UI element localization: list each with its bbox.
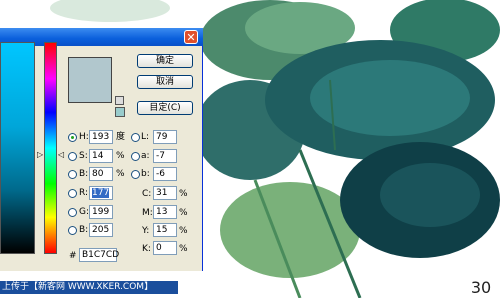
cyan-label: C: <box>142 189 152 199</box>
green-input[interactable]: 199 <box>89 205 113 219</box>
yellow-unit: % <box>179 226 188 236</box>
brightness-radio[interactable] <box>68 170 77 179</box>
hue-label: H: <box>79 132 89 142</box>
color-field[interactable] <box>0 42 35 254</box>
saturation-label: S: <box>79 151 88 161</box>
slider-left-arrow-icon[interactable]: ▷ <box>37 151 43 159</box>
ok-button[interactable]: 确定 <box>137 54 193 68</box>
yellow-label: Y: <box>142 226 150 236</box>
page-number: 30 <box>463 279 499 297</box>
brightness-unit: % <box>116 169 125 179</box>
lab-l-input[interactable]: 79 <box>153 130 177 144</box>
black-input[interactable]: 0 <box>153 241 177 255</box>
close-button[interactable]: ✕ <box>184 30 198 44</box>
lab-b-label: b: <box>141 169 150 179</box>
slider-right-arrow-icon[interactable]: ◁ <box>58 151 64 159</box>
brightness-label: B: <box>79 169 89 179</box>
current-color-swatch <box>68 57 112 103</box>
black-unit: % <box>179 244 188 254</box>
brightness-input[interactable]: 80 <box>89 167 113 181</box>
web-safe-swatch[interactable] <box>115 107 125 117</box>
lab-a-label: a: <box>141 151 150 161</box>
magenta-unit: % <box>179 208 188 218</box>
red-label: R: <box>79 188 89 198</box>
blue-radio[interactable] <box>68 226 77 235</box>
cyan-unit: % <box>179 189 188 199</box>
cube-icon[interactable] <box>115 96 124 105</box>
magenta-input[interactable]: 13 <box>153 205 177 219</box>
hex-input[interactable]: B1C7CD <box>79 248 119 262</box>
lab-l-label: L: <box>141 132 150 142</box>
blue-label: B: <box>79 225 89 235</box>
saturation-input[interactable]: 14 <box>89 149 113 163</box>
yellow-input[interactable]: 15 <box>153 223 177 237</box>
hue-input[interactable]: 193 <box>89 130 113 144</box>
lab-a-input[interactable]: -7 <box>153 149 177 163</box>
cancel-button[interactable]: 取消 <box>137 75 193 89</box>
hue-unit: 度 <box>116 132 126 142</box>
blue-input[interactable]: 205 <box>89 223 113 237</box>
green-radio[interactable] <box>68 208 77 217</box>
hue-radio[interactable] <box>68 133 77 142</box>
red-value: 177 <box>92 188 110 198</box>
green-label: G: <box>79 207 90 217</box>
cyan-input[interactable]: 31 <box>153 186 177 200</box>
lab-a-radio[interactable] <box>131 152 140 161</box>
black-label: K: <box>142 244 151 254</box>
saturation-unit: % <box>116 151 125 161</box>
upload-caption: 上传于【新客网 WWW.XKER.COM】 <box>0 281 178 294</box>
custom-button[interactable]: 目定(C) <box>137 101 193 115</box>
red-input[interactable]: 177 <box>89 186 113 200</box>
saturation-radio[interactable] <box>68 152 77 161</box>
red-radio[interactable] <box>68 189 77 198</box>
color-picker-dialog: ✕ ▷ ◁ 确定 取消 目定(C) H: 193 度 S: 14 % B: 80… <box>0 28 203 271</box>
lab-b-input[interactable]: -6 <box>153 167 177 181</box>
lab-l-radio[interactable] <box>131 133 140 142</box>
magenta-label: M: <box>142 208 153 218</box>
hue-slider[interactable] <box>44 42 57 254</box>
lab-b-radio[interactable] <box>131 170 140 179</box>
hex-label: # <box>69 251 77 261</box>
